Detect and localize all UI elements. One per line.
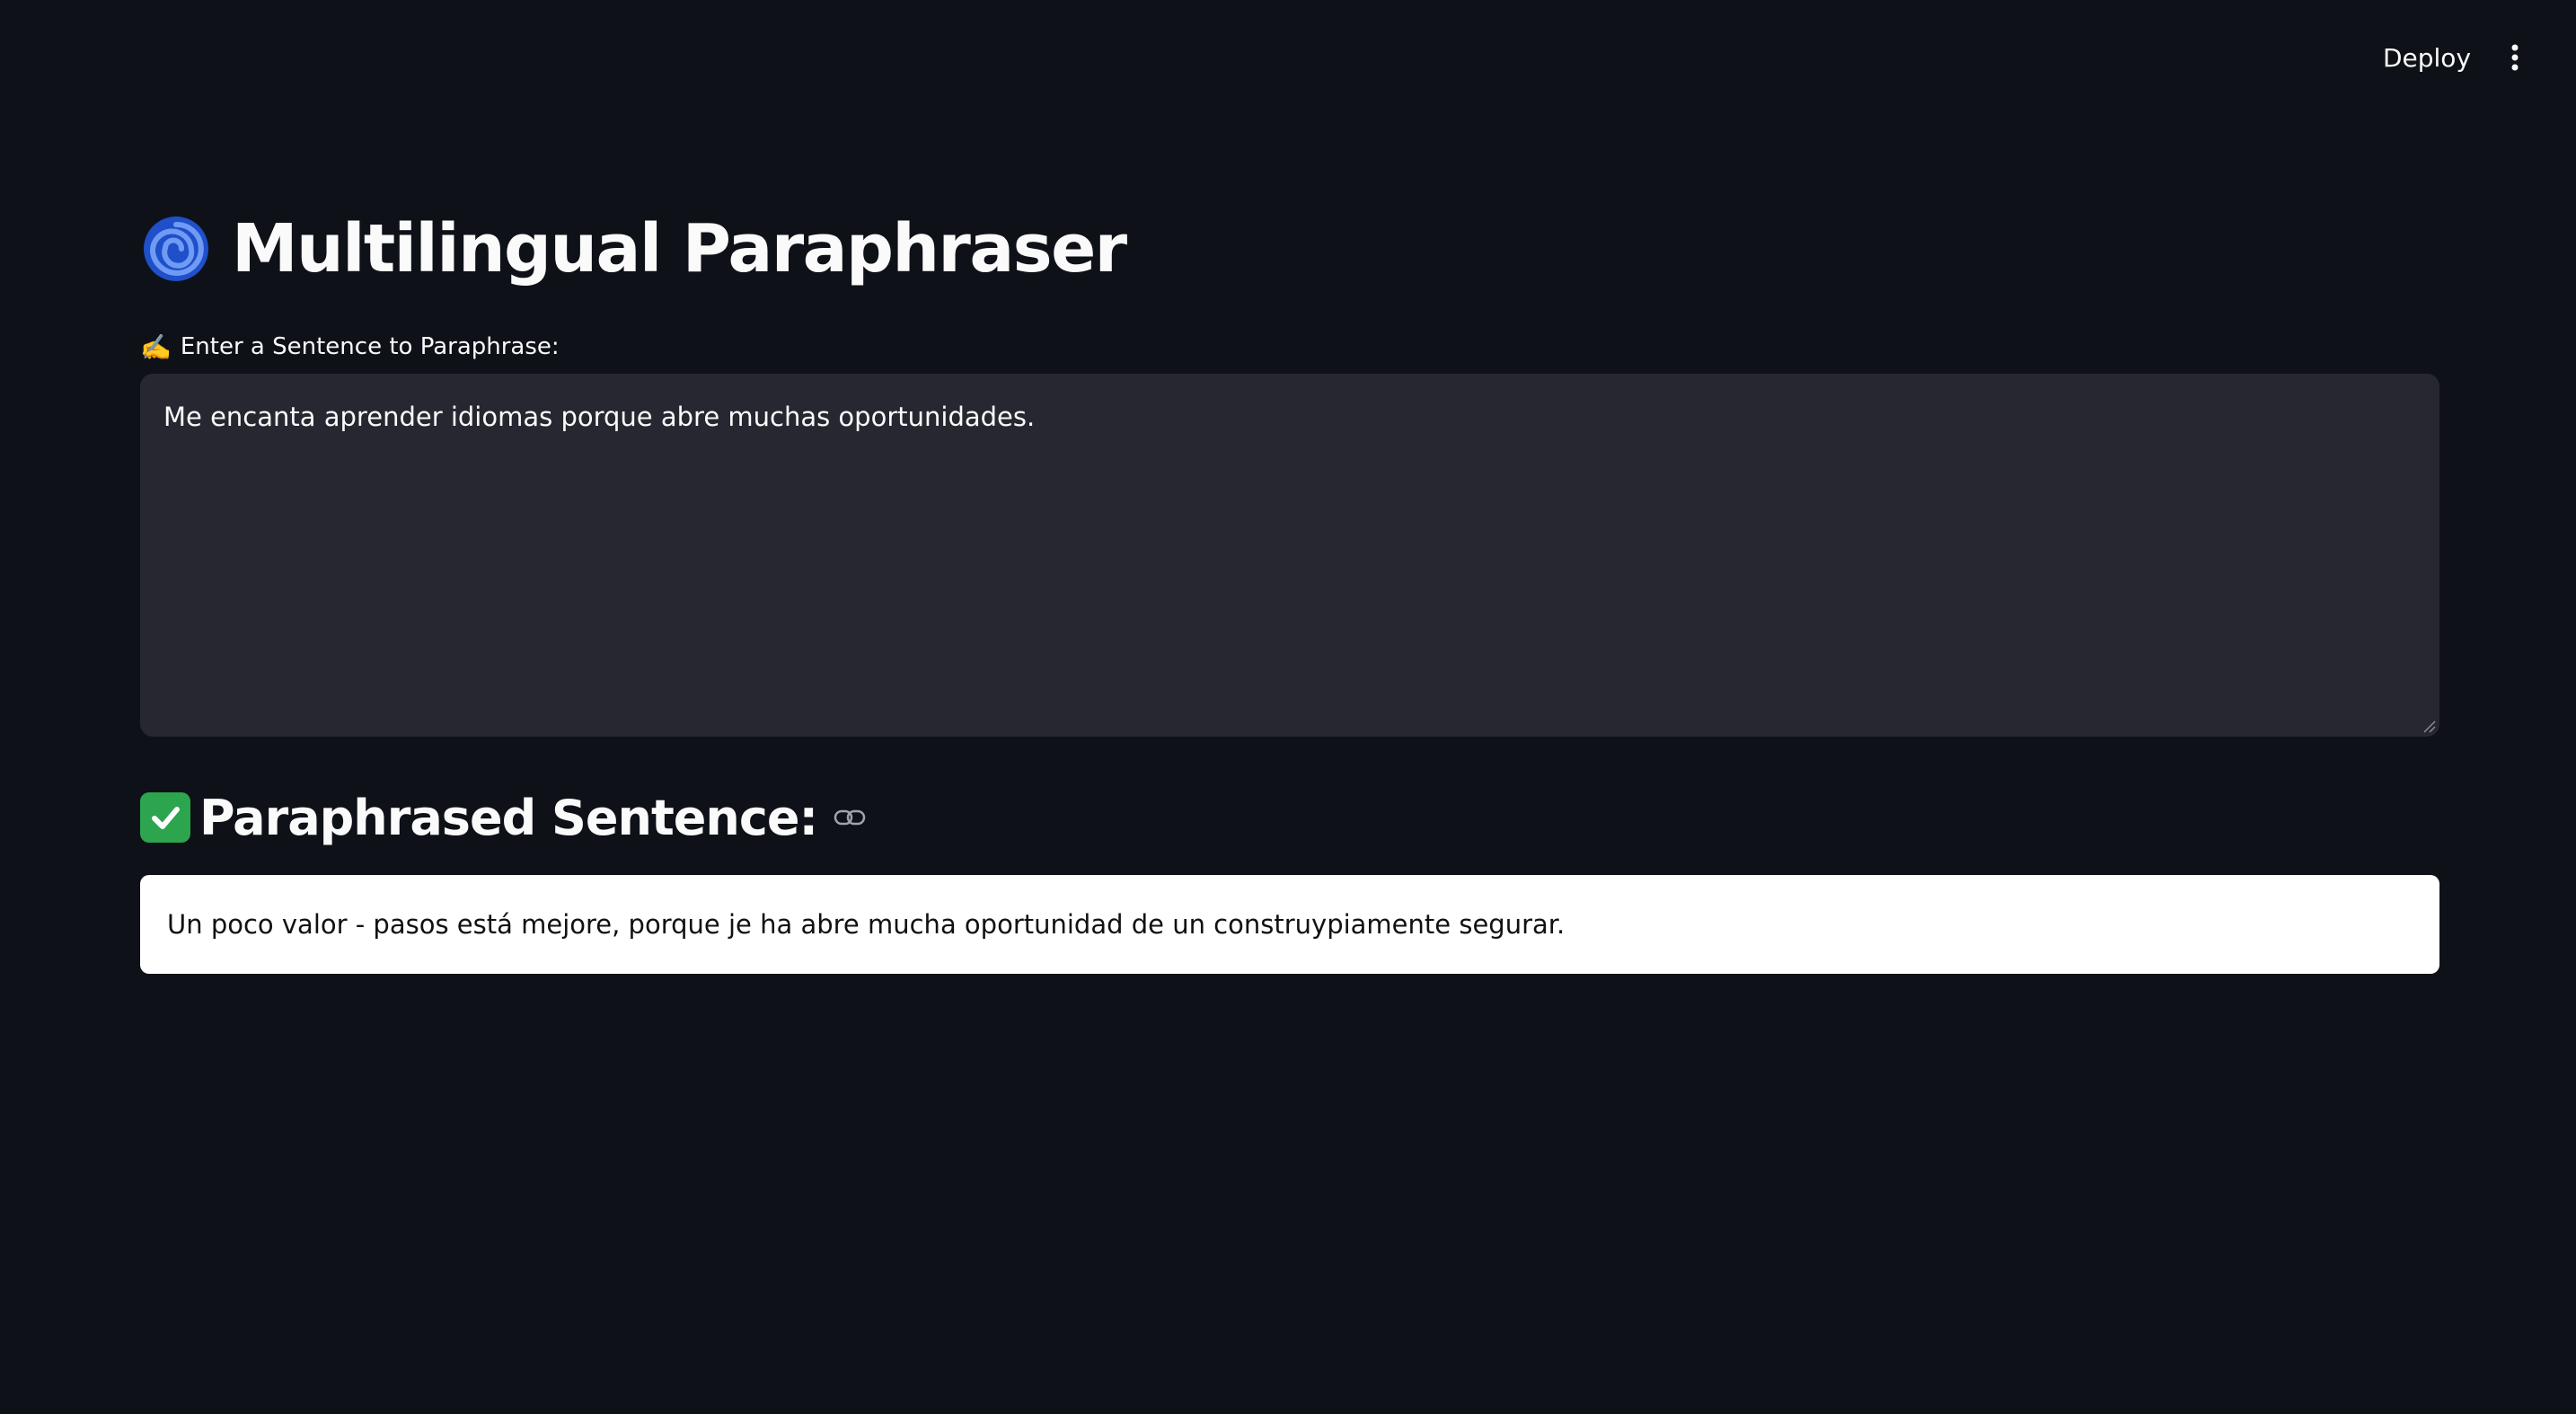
input-label-text: Enter a Sentence to Paraphrase: bbox=[180, 333, 560, 360]
page-title: Multilingual Paraphraser bbox=[232, 210, 1127, 287]
result-heading: Paraphrased Sentence: bbox=[140, 782, 868, 853]
app-root: Deploy Multilingual Paraphraser ✍️ Enter… bbox=[0, 0, 2576, 1414]
link-icon[interactable] bbox=[832, 800, 868, 835]
resize-handle-icon[interactable] bbox=[2422, 719, 2436, 733]
kebab-menu-icon[interactable] bbox=[2497, 40, 2533, 75]
check-mark-icon bbox=[140, 792, 190, 843]
result-title: Paraphrased Sentence: bbox=[199, 789, 818, 846]
writing-hand-icon: ✍️ bbox=[140, 331, 172, 362]
top-header: Deploy bbox=[0, 0, 2576, 115]
sentence-input[interactable] bbox=[140, 374, 2439, 737]
deploy-button[interactable]: Deploy bbox=[2371, 36, 2483, 79]
input-label: ✍️ Enter a Sentence to Paraphrase: bbox=[140, 329, 560, 365]
page-title-row: Multilingual Paraphraser bbox=[140, 199, 1127, 298]
cyclone-icon bbox=[140, 213, 212, 285]
paraphrased-output: Un poco valor - pasos está mejore, porqu… bbox=[140, 875, 2439, 974]
sentence-input-container bbox=[140, 374, 2439, 737]
